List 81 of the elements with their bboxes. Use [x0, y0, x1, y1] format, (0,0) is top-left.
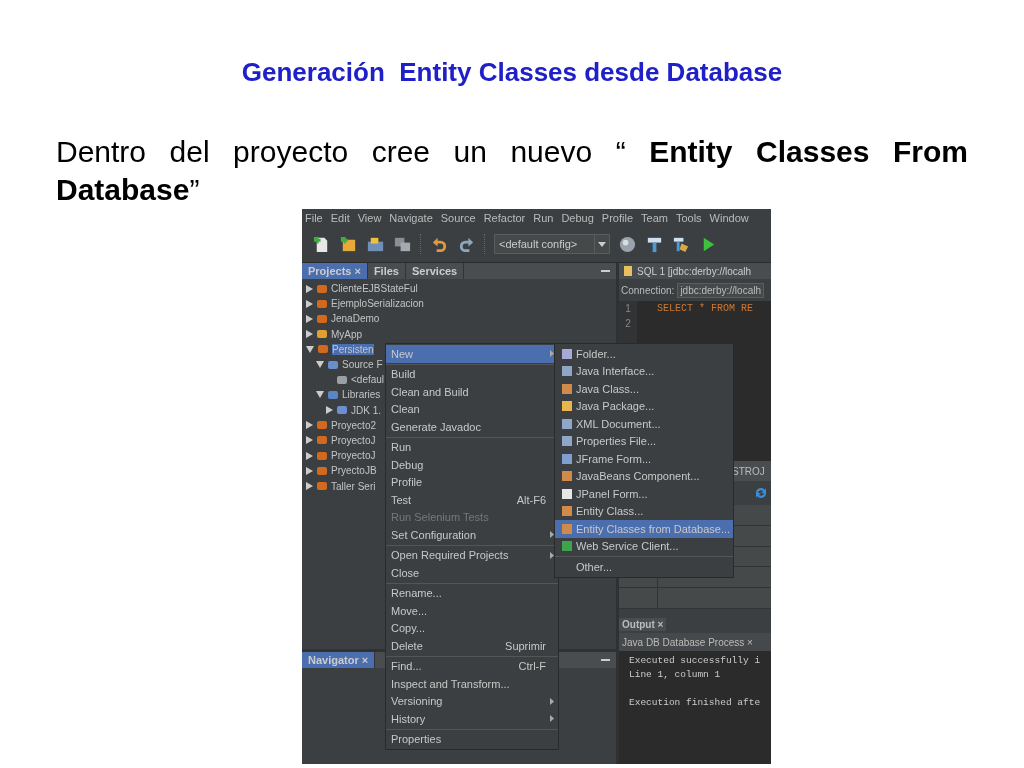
context-menu-item[interactable]: Delete Suprimir [386, 637, 558, 655]
menu-item[interactable]: Edit [330, 211, 350, 224]
submenu-item[interactable]: Java Class... [555, 380, 733, 398]
menu-item[interactable]: Refactor [483, 211, 526, 224]
line-number: 2 [624, 318, 632, 331]
caret-icon [598, 241, 606, 247]
context-menu-item[interactable]: Versioning [386, 692, 558, 710]
menu-item[interactable]: Source [440, 211, 476, 224]
tree-item[interactable]: JDK 1. [351, 404, 381, 416]
submenu-item[interactable]: JavaBeans Component... [555, 467, 733, 485]
submenu-arrow-icon [550, 350, 554, 358]
submenu-item[interactable]: XML Document... [555, 415, 733, 433]
menu-item[interactable]: Navigate [389, 211, 433, 224]
context-menu-item[interactable]: Copy... [386, 619, 558, 637]
tree-item[interactable]: JenaDemo [331, 313, 380, 325]
submenu-item[interactable]: JPanel Form... [555, 485, 733, 503]
tree-item[interactable]: ProyectoJ [331, 450, 376, 462]
tree-item[interactable]: Taller Seri [331, 480, 376, 492]
submenu-item[interactable]: Entity Class... [555, 502, 733, 520]
tree-item[interactable]: MyApp [331, 328, 363, 340]
context-menu-item[interactable]: Inspect and Transform... [386, 675, 558, 693]
tree-item[interactable]: ProyectoJ [331, 434, 376, 446]
output-line: Line 1, column 1 [629, 669, 722, 682]
slide-title: Generación Entity Classes desde Database [240, 56, 784, 88]
context-menu-item[interactable]: Rename... [386, 584, 558, 602]
submenu-item[interactable]: Web Service Client... [555, 537, 733, 555]
menu-item[interactable]: Tools [675, 211, 702, 224]
output-tab[interactable]: Output × [619, 617, 667, 631]
context-menu-item[interactable]: Clean and Build [386, 383, 558, 401]
tree-item[interactable]: Libraries [342, 389, 381, 401]
submenu-arrow-icon [550, 715, 554, 723]
context-menu-item[interactable]: Run [386, 438, 558, 456]
connection-label: Connection: [621, 284, 675, 296]
tree-item[interactable]: Source F [342, 359, 383, 371]
submenu-item[interactable]: Java Interface... [555, 362, 733, 380]
submenu-arrow-icon [550, 551, 554, 559]
context-menu-item[interactable]: Generate Javadoc [386, 418, 558, 436]
submenu-item[interactable]: Folder... [555, 345, 733, 363]
context-menu-item[interactable]: Debug [386, 456, 558, 474]
menu-item[interactable]: Profile [601, 211, 633, 224]
menu-item[interactable]: Debug [561, 211, 594, 224]
submenu-item[interactable]: Properties File... [555, 432, 733, 450]
context-menu-item[interactable]: Open Required Projects [386, 546, 558, 564]
submenu-item[interactable]: Java Package... [555, 397, 733, 415]
new-project-icon[interactable] [339, 234, 358, 254]
context-menu-item[interactable]: Set Configuration [386, 526, 558, 544]
context-menu-item[interactable]: History [386, 710, 558, 728]
config-dropdown[interactable]: <default config> [494, 234, 610, 254]
tree-item[interactable]: ClienteEJBStateFul [331, 283, 418, 295]
panel-tab[interactable]: Files [367, 263, 406, 279]
tree-item[interactable]: <defaul [351, 374, 385, 386]
refresh-icon[interactable] [754, 486, 768, 500]
context-menu-item[interactable]: Move... [386, 602, 558, 620]
context-menu-item[interactable]: Find... Ctrl-F [386, 657, 558, 675]
context-menu-item[interactable]: Clean [386, 400, 558, 418]
panel-tab[interactable]: Services [405, 263, 465, 279]
context-menu-item[interactable]: Close [386, 564, 558, 582]
tree-item[interactable]: Proyecto2 [331, 419, 377, 431]
menu-item[interactable]: File [305, 211, 323, 224]
submenu-arrow-icon [550, 531, 554, 539]
menu-item[interactable]: View [357, 211, 382, 224]
document-icon [622, 265, 634, 277]
menu-item[interactable]: Run [533, 211, 554, 224]
submenu-item[interactable]: Other... [555, 558, 733, 576]
output-line: Executed successfully i [629, 655, 762, 668]
context-menu-item[interactable]: Properties [386, 730, 558, 748]
context-menu-item[interactable]: Test Alt-F6 [386, 491, 558, 509]
submenu-arrow-icon [550, 697, 554, 705]
menu-item[interactable]: Team [641, 211, 668, 224]
menu-item[interactable]: Window [709, 211, 749, 224]
context-menu-item[interactable]: Build [386, 365, 558, 383]
output-line: Execution finished afte [629, 697, 762, 710]
submenu-item[interactable]: JFrame Form... [555, 450, 733, 468]
slide-paragraph: Dentro del proyecto cree un nuevo “ Entity Classes From Database” [56, 134, 968, 208]
line-number: 1 [624, 303, 632, 316]
tree-item[interactable]: EjemploSerializacion [331, 298, 424, 310]
panel-tab[interactable]: Navigator × [302, 652, 376, 668]
tree-item[interactable]: PryectoJB [331, 465, 377, 477]
code-line: SELECT * FROM RE [657, 303, 753, 316]
context-menu-item[interactable]: Profile [386, 473, 558, 491]
connection-field[interactable]: jdbc:derby://localh [677, 282, 764, 298]
